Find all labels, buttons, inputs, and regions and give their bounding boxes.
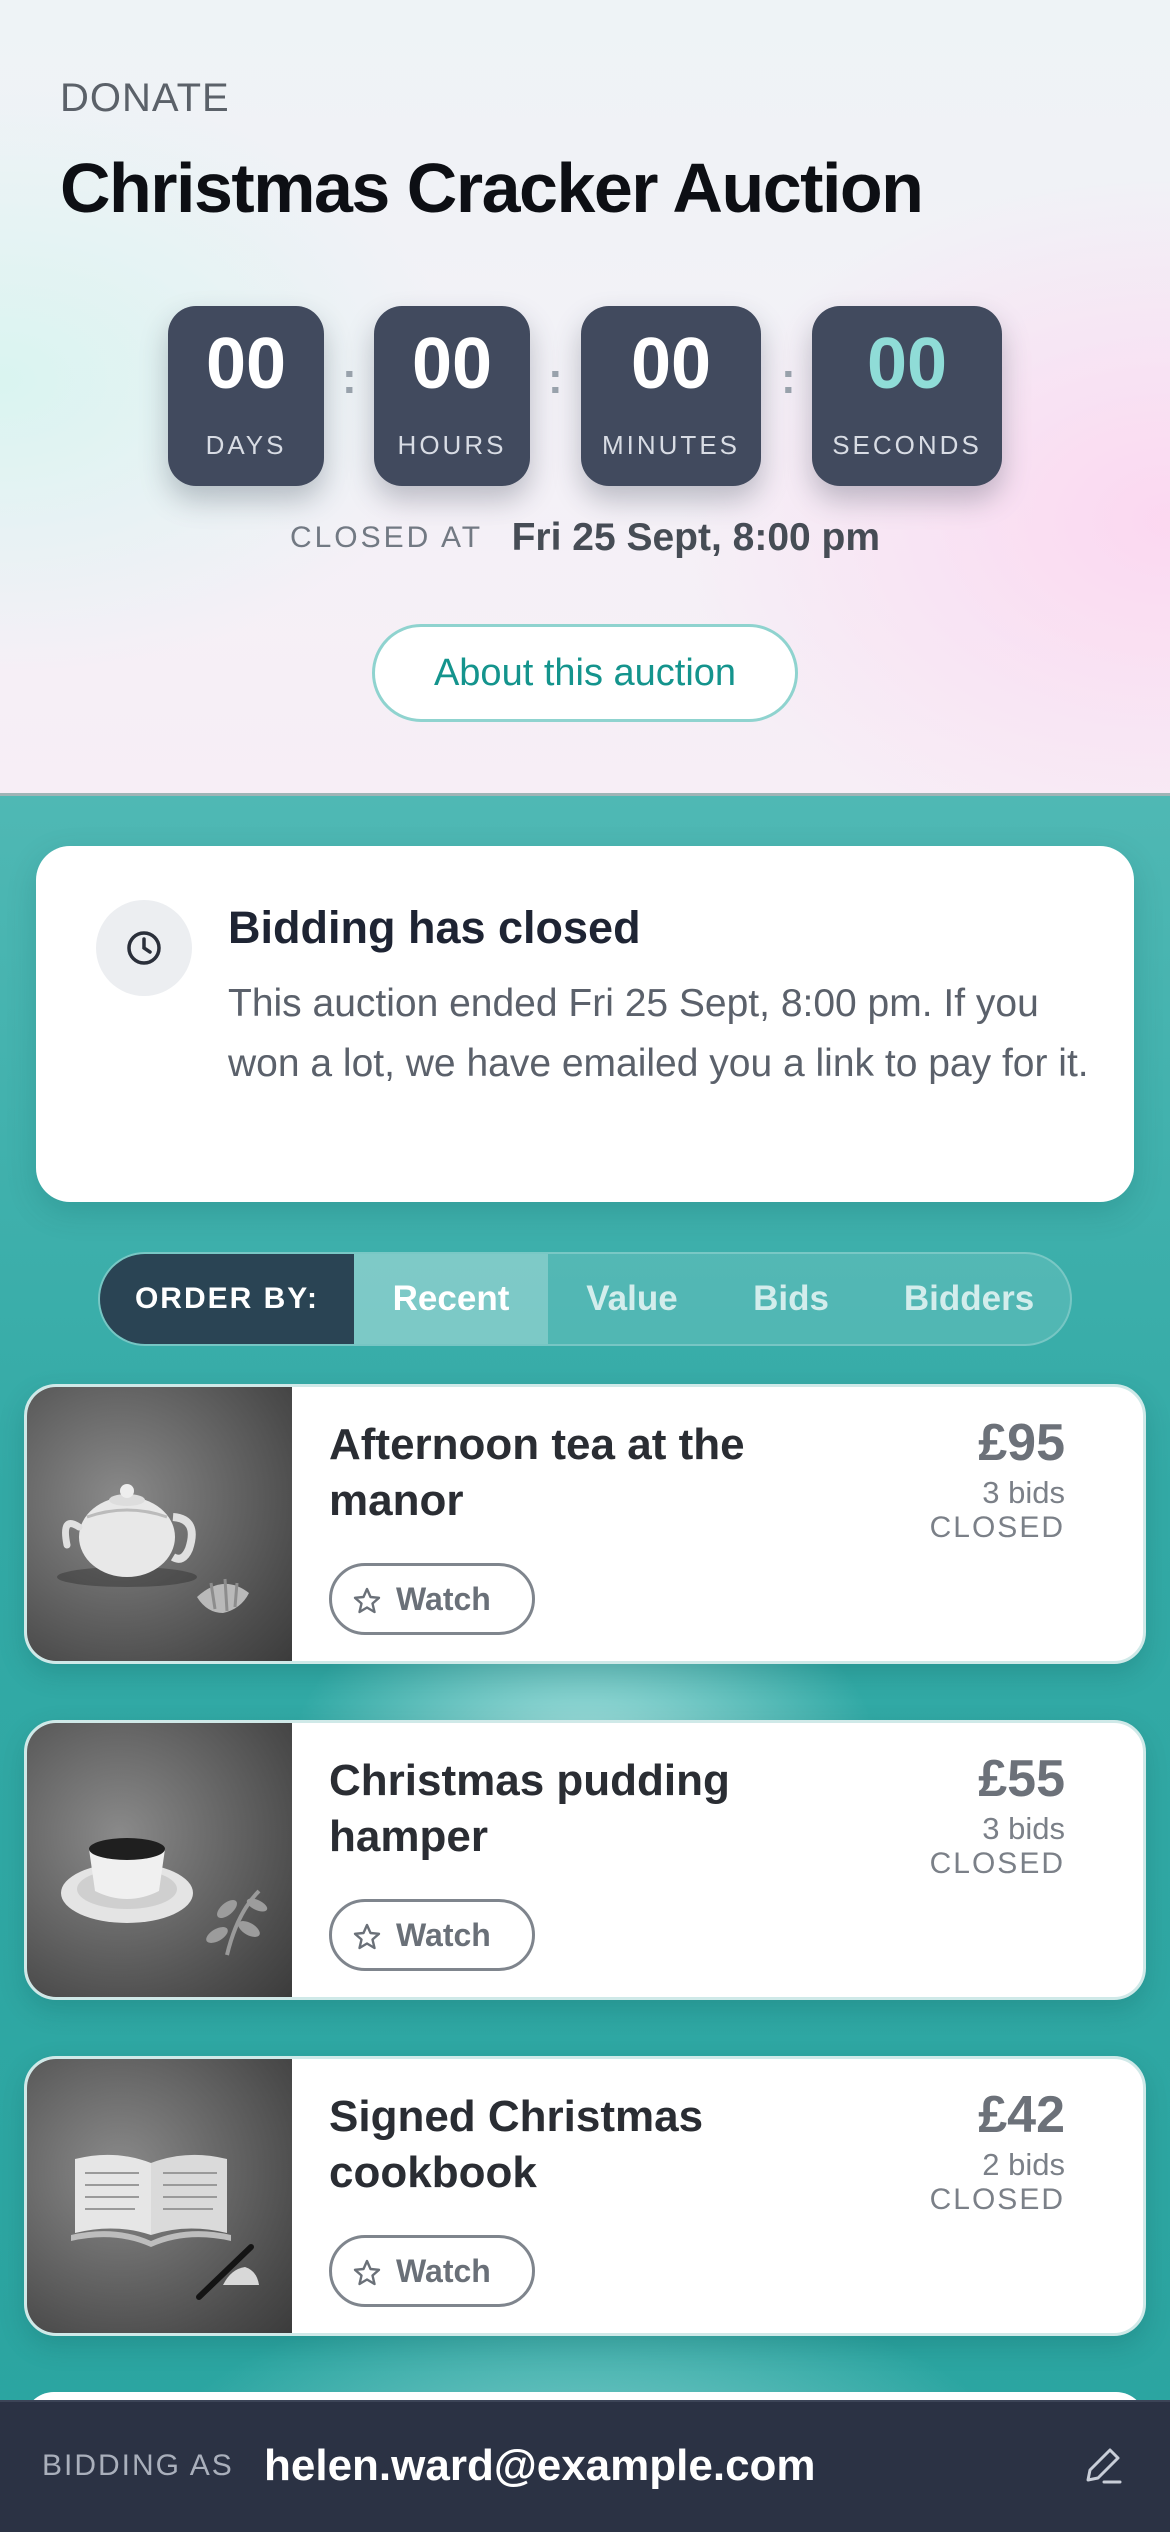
minutes-label: MINUTES bbox=[602, 430, 740, 460]
pencil-icon[interactable] bbox=[1078, 2442, 1126, 2490]
order-option-value[interactable]: Value bbox=[548, 1254, 716, 1344]
lot-title[interactable]: Christmas pudding hamper bbox=[329, 1753, 859, 1865]
countdown-separator: : bbox=[342, 354, 357, 403]
watch-button[interactable]: Watch bbox=[329, 1563, 535, 1635]
order-by-bar: ORDER BY: Recent Value Bids Bidders bbox=[98, 1252, 1072, 1346]
countdown-days: 00 DAYS bbox=[168, 306, 324, 486]
notice-text: This auction ended Fri 25 Sept, 8:00 pm.… bbox=[228, 982, 1089, 1085]
order-by-label: ORDER BY: bbox=[100, 1254, 354, 1344]
bidding-as-footer: BIDDING AS helen.ward@example.com bbox=[0, 2400, 1170, 2532]
lot-bid-count: 3 bids bbox=[982, 1475, 1065, 1510]
watch-button[interactable]: Watch bbox=[329, 2235, 535, 2307]
auction-header: DONATE Christmas Cracker Auction 00 DAYS… bbox=[0, 0, 1170, 796]
star-icon bbox=[353, 2259, 381, 2286]
lot-bid-count: 2 bids bbox=[982, 2147, 1065, 2182]
seconds-value: 00 bbox=[866, 324, 948, 404]
order-option-recent[interactable]: Recent bbox=[354, 1254, 548, 1344]
clock-icon bbox=[96, 900, 192, 996]
lot-card[interactable]: Christmas pudding hamper £55 3 bids CLOS… bbox=[24, 1720, 1146, 2000]
days-value: 00 bbox=[205, 324, 287, 404]
about-auction-button[interactable]: About this auction bbox=[372, 624, 798, 722]
watch-button[interactable]: Watch bbox=[329, 1899, 535, 1971]
lot-price: £42 bbox=[978, 2086, 1065, 2144]
star-icon bbox=[353, 1923, 381, 1950]
days-label: DAYS bbox=[205, 430, 287, 460]
coffee-cup-leaf-image bbox=[27, 1723, 292, 1997]
countdown-separator: : bbox=[548, 354, 563, 403]
watch-label: Watch bbox=[396, 2253, 491, 2289]
hours-label: HOURS bbox=[397, 430, 507, 460]
seconds-label: SECONDS bbox=[832, 430, 982, 460]
hours-value: 00 bbox=[411, 324, 493, 404]
order-option-bids[interactable]: Bids bbox=[716, 1254, 866, 1344]
countdown-timer: 00 DAYS : 00 HOURS : 00 MINUTES : 00 SEC… bbox=[0, 306, 1170, 486]
lot-bid-count: 3 bids bbox=[982, 1811, 1065, 1846]
watch-label: Watch bbox=[396, 1917, 491, 1953]
order-option-bidders[interactable]: Bidders bbox=[866, 1254, 1070, 1344]
lot-card[interactable]: Afternoon tea at the manor £95 3 bids CL… bbox=[24, 1384, 1146, 1664]
lot-title[interactable]: Signed Christmas cookbook bbox=[329, 2089, 859, 2201]
bidding-closed-notice: Bidding has closed This auction ended Fr… bbox=[36, 846, 1134, 1202]
countdown-hours: 00 HOURS bbox=[374, 306, 530, 486]
countdown-seconds: 00 SECONDS bbox=[812, 306, 1002, 486]
lot-status: CLOSED bbox=[929, 2183, 1065, 2216]
countdown-minutes: 00 MINUTES bbox=[581, 306, 761, 486]
closed-at-row: CLOSED AT Fri 25 Sept, 8:00 pm bbox=[0, 516, 1170, 560]
teapot-croissant-image bbox=[27, 1387, 292, 1661]
donate-label: DONATE bbox=[60, 76, 230, 120]
notice-title: Bidding has closed bbox=[228, 902, 641, 953]
lot-card[interactable]: Signed Christmas cookbook £42 2 bids CLO… bbox=[24, 2056, 1146, 2336]
lot-title[interactable]: Afternoon tea at the manor bbox=[329, 1417, 859, 1529]
minutes-value: 00 bbox=[630, 324, 712, 404]
star-icon bbox=[353, 1587, 381, 1614]
lot-price: £95 bbox=[978, 1414, 1065, 1472]
countdown-separator: : bbox=[781, 354, 796, 403]
lot-status: CLOSED bbox=[929, 1511, 1065, 1544]
closed-at-label: CLOSED AT bbox=[289, 521, 484, 554]
watch-label: Watch bbox=[396, 1581, 491, 1617]
bidder-email: helen.ward@example.com bbox=[264, 2441, 816, 2490]
page-title: Christmas Cracker Auction bbox=[60, 149, 924, 227]
closed-at-value: Fri 25 Sept, 8:00 pm bbox=[511, 516, 881, 559]
lot-price: £55 bbox=[978, 1750, 1065, 1808]
open-book-pen-image bbox=[27, 2059, 292, 2333]
bidding-as-label: BIDDING AS bbox=[42, 2449, 234, 2482]
lot-status: CLOSED bbox=[929, 1847, 1065, 1880]
